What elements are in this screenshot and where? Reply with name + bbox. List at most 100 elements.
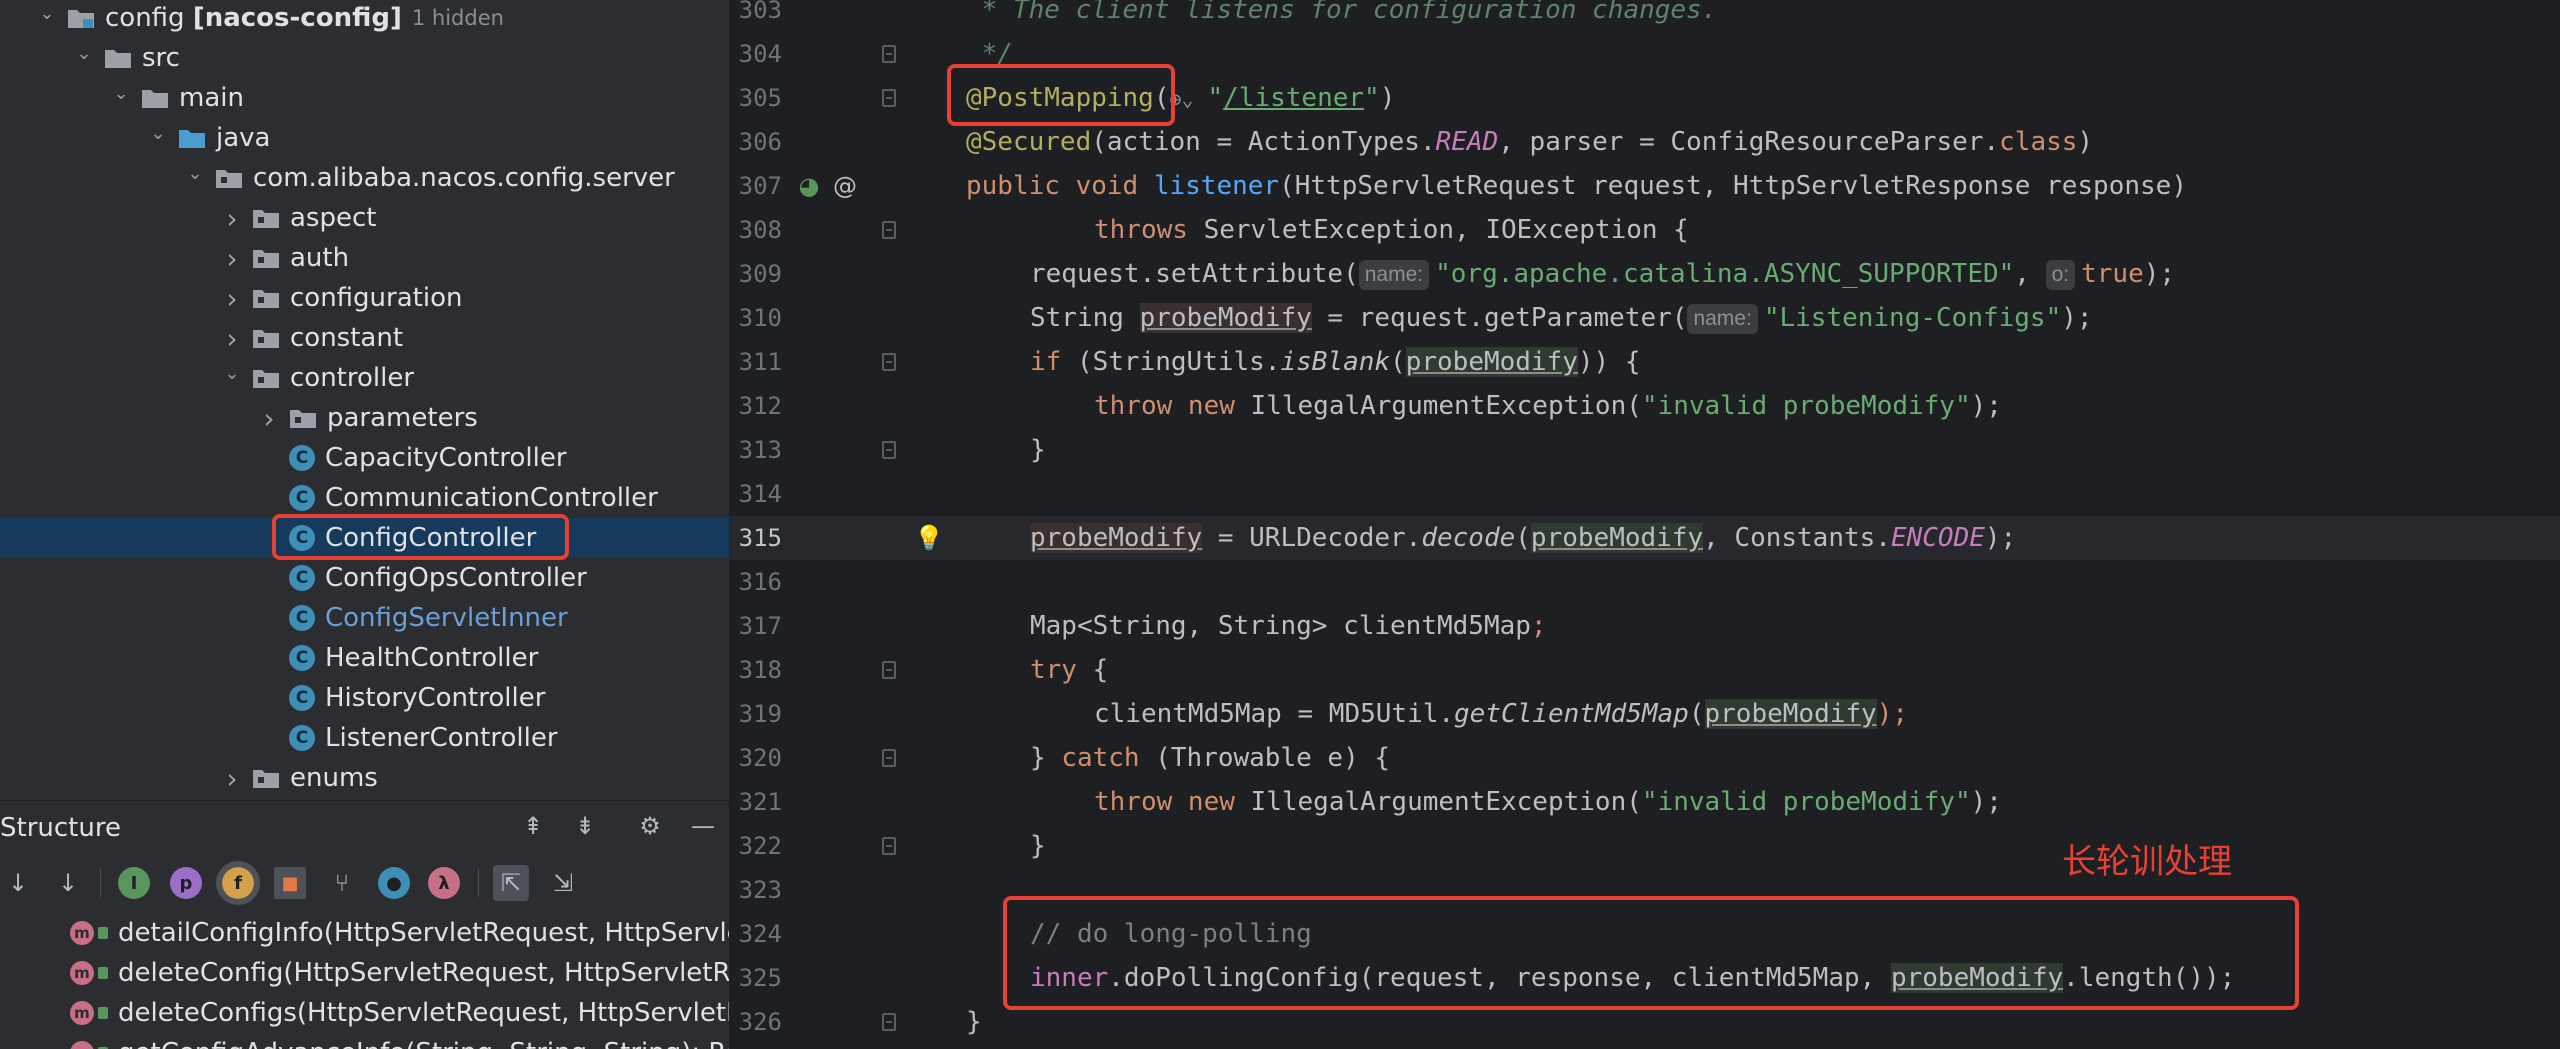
fold-marker-icon[interactable] — [882, 749, 896, 767]
show-anonymous-icon[interactable]: ⑂ — [324, 865, 360, 901]
code-token: ); — [1970, 391, 2002, 421]
chevron-right-icon[interactable]: › — [220, 762, 244, 795]
tree-item[interactable]: ⌄ com.alibaba.nacos.config.server — [0, 158, 729, 198]
tree-item[interactable]: C CapacityController — [0, 438, 729, 478]
code-line[interactable]: 309 request.setAttribute(name: "org.apache… — [729, 252, 2560, 296]
web-icon[interactable]: ⊕⌄ — [1170, 77, 1208, 121]
tree-item[interactable]: ⌄ controller — [0, 358, 729, 398]
tree-item[interactable]: C HealthController — [0, 638, 729, 678]
code-line[interactable]: 322} — [729, 824, 2560, 868]
structure-member[interactable]: m deleteConfigs(HttpServletRequest, HttpS… — [70, 993, 729, 1033]
code-line[interactable]: 307 ◕ @ public void listener(HttpServletReq… — [729, 164, 2560, 208]
structure-member[interactable]: m detailConfigInfo(HttpServletRequest, Ht… — [70, 913, 729, 953]
code-line[interactable]: 313} — [729, 428, 2560, 472]
fold-marker-icon[interactable] — [882, 1013, 896, 1031]
tree-item[interactable]: › aspect — [0, 198, 729, 238]
code-line[interactable]: 310 String probeModify = request.getParam… — [729, 296, 2560, 340]
chevron-right-icon[interactable]: › — [220, 202, 244, 235]
chevron-down-icon[interactable]: ⌄ — [183, 161, 207, 185]
tree-item-label: auth — [290, 243, 349, 273]
chevron-right-icon[interactable]: › — [257, 402, 281, 435]
code-line[interactable]: 308 throws ServletException, IOException … — [729, 208, 2560, 252]
method-icon: m — [70, 921, 94, 945]
tree-item[interactable]: C CommunicationController — [0, 478, 729, 518]
code-line[interactable]: 317 Map<String, String> clientMd5Map; — [729, 604, 2560, 648]
code-token: (Throwable e) { — [1155, 743, 1391, 773]
tree-item[interactable]: › configuration — [0, 278, 729, 318]
tree-item[interactable]: ⌄ main — [0, 78, 729, 118]
tree-item[interactable]: C ConfigServletInner — [0, 598, 729, 638]
tree-item[interactable]: C ListenerController — [0, 718, 729, 758]
show-inherited-icon[interactable]: I — [118, 867, 150, 899]
fold-marker-icon[interactable] — [882, 353, 896, 371]
sort-alphabetically-icon[interactable]: ↓ — [50, 865, 86, 901]
chevron-right-icon[interactable]: › — [220, 322, 244, 355]
tree-item-text: main — [179, 83, 244, 113]
code-line[interactable]: 303 * The client listens for configurati… — [729, 0, 2560, 32]
fold-marker-icon[interactable] — [882, 837, 896, 855]
code-line[interactable]: 312 throw new IllegalArgumentException("i… — [729, 384, 2560, 428]
tree-item[interactable]: C ConfigOpsController — [0, 558, 729, 598]
code-line[interactable]: 319 clientMd5Map = MD5Util.getClientMd5Ma… — [729, 692, 2560, 736]
code-line-current[interactable]: 315 💡 probeModify = URLDecoder.decode(prob… — [729, 516, 2560, 560]
chevron-down-icon[interactable]: ⌄ — [146, 121, 170, 145]
class-icon: C — [289, 485, 315, 511]
tree-item[interactable]: ⌄ java — [0, 118, 729, 158]
code-line[interactable]: 314 — [729, 472, 2560, 516]
fold-marker-icon[interactable] — [882, 441, 896, 459]
chevron-down-icon[interactable]: ⌄ — [220, 361, 244, 385]
fold-marker-icon[interactable] — [882, 89, 896, 107]
code-token: "invalid probeModify" — [1641, 391, 1971, 421]
code-editor[interactable]: 303 * The client listens for configurati… — [729, 0, 2560, 1048]
structure-member[interactable]: mgetConfigAdvanceInfo(String, String, St… — [70, 1033, 729, 1049]
chevron-down-icon[interactable]: ⌄ — [109, 81, 133, 105]
code-line[interactable]: 316 — [729, 560, 2560, 604]
class-icon: C — [289, 725, 315, 751]
tree-item[interactable]: ⌄ src — [0, 38, 729, 78]
fold-marker-icon[interactable] — [882, 45, 896, 63]
tree-item[interactable]: › enums — [0, 758, 729, 798]
show-non-public-icon[interactable]: ■ — [274, 867, 306, 899]
annotation-gutter-icon[interactable]: @ — [831, 172, 859, 200]
chevron-down-icon[interactable]: ⌄ — [35, 1, 59, 25]
collapse-all-icon[interactable]: ⇟ — [568, 809, 602, 843]
code-token: " — [1207, 83, 1224, 113]
show-lambdas-icon[interactable]: ● — [378, 867, 410, 899]
show-properties-icon[interactable]: p — [170, 867, 202, 899]
fold-marker-icon[interactable] — [882, 221, 896, 239]
tree-item-text: constant — [290, 323, 404, 353]
tree-item-text: ConfigServletInner — [325, 603, 568, 633]
autoscroll-to-source-icon[interactable]: ⇱ — [493, 865, 529, 901]
tree-item[interactable]: › auth — [0, 238, 729, 278]
chevron-right-icon[interactable]: › — [220, 282, 244, 315]
expand-all-icon[interactable]: ⇞ — [516, 809, 550, 843]
structure-member[interactable]: m deleteConfig(HttpServletRequest, HttpSe… — [70, 953, 729, 993]
code-token: ); — [2061, 303, 2093, 333]
code-line[interactable]: 320} catch (Throwable e) { — [729, 736, 2560, 780]
tree-item-label: CommunicationController — [325, 483, 658, 513]
chevron-down-icon[interactable]: ⌄ — [72, 41, 96, 65]
code-line[interactable]: 306 @Secured(action = ActionTypes.READ, p… — [729, 120, 2560, 164]
sort-by-visibility-icon[interactable]: ↓ — [0, 865, 36, 901]
gear-icon[interactable]: ⚙ — [633, 809, 667, 843]
line-number: 307 — [738, 172, 782, 200]
tree-item[interactable]: › parameters — [0, 398, 729, 438]
chevron-right-icon[interactable]: › — [220, 242, 244, 275]
hide-icon[interactable]: — — [686, 809, 720, 843]
tree-item[interactable]: ⌄ config [nacos-config] 1 hidden — [0, 0, 729, 38]
line-number: 311 — [738, 348, 782, 376]
tree-item[interactable]: C ConfigController — [0, 514, 729, 560]
code-line[interactable]: 318 try { — [729, 648, 2560, 692]
code-line[interactable]: 311 if (StringUtils.isBlank(probeModify))… — [729, 340, 2560, 384]
code-line[interactable]: 321 throw new IllegalArgumentException("i… — [729, 780, 2560, 824]
lightbulb-icon[interactable]: 💡 — [914, 524, 944, 552]
show-fields-icon[interactable]: f — [216, 861, 260, 905]
code-token: public void — [966, 171, 1154, 201]
tree-item[interactable]: › constant — [0, 318, 729, 358]
endpoint-icon[interactable]: ◕ — [795, 172, 823, 200]
autoscroll-from-source-icon[interactable]: ⇲ — [545, 865, 581, 901]
tree-item[interactable]: C HistoryController — [0, 678, 729, 718]
show-lambda-icon[interactable]: λ — [428, 867, 460, 899]
code-token: , Constants. — [1703, 523, 1891, 553]
fold-marker-icon[interactable] — [882, 661, 896, 679]
